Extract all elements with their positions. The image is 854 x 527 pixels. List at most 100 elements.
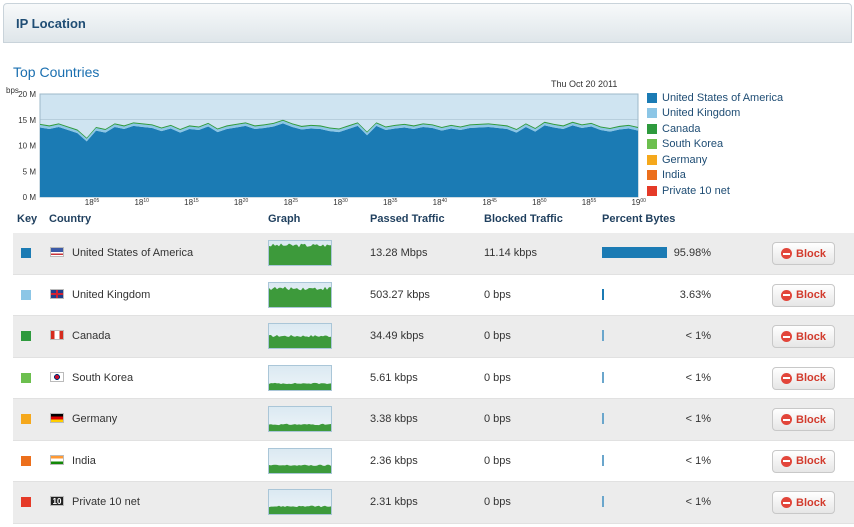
country-name[interactable]: India [72,455,96,467]
y-unit-label: bps [6,86,19,95]
percent-bytes-value: < 1% [685,413,711,425]
table-row[interactable]: United Kingdom 503.27 kbps 0 bps 3.63% Block [13,275,854,316]
blocked-traffic-value: 0 bps [484,454,511,467]
header-graph: Graph [268,213,301,225]
section-title: Top Countries [13,64,100,80]
x-tick-label: 1850 [532,198,547,207]
key-swatch [21,497,31,507]
block-icon [781,372,793,384]
header-country[interactable]: Country [49,213,91,225]
table-row[interactable]: India 2.36 kbps 0 bps < 1% Block [13,441,854,482]
sparkline-area [269,335,331,348]
percent-bytes-value: < 1% [685,371,711,384]
key-swatch [21,414,31,424]
legend-item: Germany [647,152,783,168]
country-name[interactable]: United States of America [72,247,193,259]
traffic-sparkline[interactable] [268,364,332,391]
passed-traffic-value: 503.27 kbps [370,288,430,301]
percent-bytes-value: < 1% [685,330,711,342]
traffic-sparkline[interactable] [268,447,332,474]
block-button[interactable]: Block [772,283,835,307]
sparkline-area [269,464,331,473]
key-swatch [21,455,31,466]
legend-swatch [647,123,657,134]
legend-label: Canada [662,122,701,135]
x-tick-label: 1820 [234,198,249,207]
key-swatch [21,248,31,258]
block-button[interactable]: Block [772,408,835,431]
block-button-label: Block [796,455,826,467]
block-button-label: Block [796,372,826,384]
table-row[interactable]: Canada 34.49 kbps 0 bps < 1% Block [13,316,854,358]
block-icon [781,455,793,467]
chart-legend: United States of America United Kingdom Ca… [647,90,783,199]
legend-item: India [647,168,783,184]
blocked-traffic-value: 0 bps [484,413,511,425]
percent-bytes-bar [602,413,604,424]
header-passed-traffic[interactable]: Passed Traffic [370,213,445,225]
x-tick-label: 1825 [284,198,299,207]
x-tick-label: 1835 [383,198,398,207]
percent-bytes-value: 3.63% [679,288,711,301]
percent-bytes-value: 95.98% [673,247,711,259]
block-button[interactable]: Block [772,491,835,514]
block-button-label: Block [796,289,826,301]
percent-bytes-bar [602,371,604,383]
country-name[interactable]: Private 10 net [72,496,140,508]
legend-swatch [647,92,657,103]
traffic-sparkline[interactable] [268,406,332,432]
legend-label: United States of America [662,91,784,104]
passed-traffic-value: 2.31 kbps [370,496,418,508]
block-button[interactable]: Block [772,366,835,390]
block-icon [781,331,793,342]
page-title: IP Location [16,16,86,31]
percent-bytes-bar [602,288,605,300]
legend-swatch [647,154,657,165]
legend-item: United Kingdom [647,106,783,122]
table-row[interactable]: United States of America 13.28 Mbps 11.14 … [13,233,854,275]
sparkline-area [269,505,331,514]
x-tick-label: 1900 [631,198,646,207]
legend-label: India [662,169,686,182]
block-button[interactable]: Block [772,449,835,473]
key-swatch [21,331,31,341]
legend-swatch [647,170,657,181]
x-tick-label: 1810 [134,198,149,207]
country-name[interactable]: South Korea [72,372,133,384]
header-key: Key [17,213,38,225]
blocked-traffic-value: 0 bps [484,288,511,301]
table-row[interactable]: South Korea 5.61 kbps 0 bps < 1% Block [13,358,854,399]
x-tick-label: 1845 [482,198,497,207]
traffic-sparkline[interactable] [268,240,332,266]
traffic-sparkline[interactable] [268,323,332,349]
country-name[interactable]: United Kingdom [72,289,150,301]
table-row[interactable]: Germany 3.38 kbps 0 bps < 1% Block [13,399,854,441]
traffic-sparkline[interactable] [268,281,332,308]
block-icon [781,289,793,301]
table-row[interactable]: 10 Private 10 net 2.31 kbps 0 bps < 1% Block [13,482,854,524]
legend-label: United Kingdom [662,107,741,120]
block-button[interactable]: Block [772,242,835,265]
uk-flag-icon [50,288,64,299]
india-flag-icon [50,454,64,465]
x-tick-label: 1805 [85,198,100,207]
x-tick-label: 1815 [184,198,199,207]
country-name[interactable]: Germany [72,413,117,425]
block-icon [781,497,793,508]
header-percent-bytes[interactable]: Percent Bytes [602,213,675,225]
header-blocked-traffic[interactable]: Blocked Traffic [484,213,563,225]
y-tick-label: 5 M [23,167,37,176]
area-series-united-states-of-america [40,123,638,197]
percent-bytes-bar [602,496,604,507]
traffic-area-chart: 0 M 5 M 10 M 15 M 20 Mbps 1805 1810 1815 1820 182… [6,86,646,207]
block-button[interactable]: Block [772,325,835,348]
sparkline-area [269,243,331,265]
passed-traffic-value: 2.36 kbps [370,454,418,467]
percent-bytes-value: < 1% [685,454,711,467]
panel-header: IP Location [3,3,852,43]
traffic-sparkline[interactable] [268,489,332,515]
sparkline-area [269,382,331,390]
country-name[interactable]: Canada [72,330,111,342]
canada-flag-icon [50,330,64,340]
us-flag-icon [50,247,64,257]
